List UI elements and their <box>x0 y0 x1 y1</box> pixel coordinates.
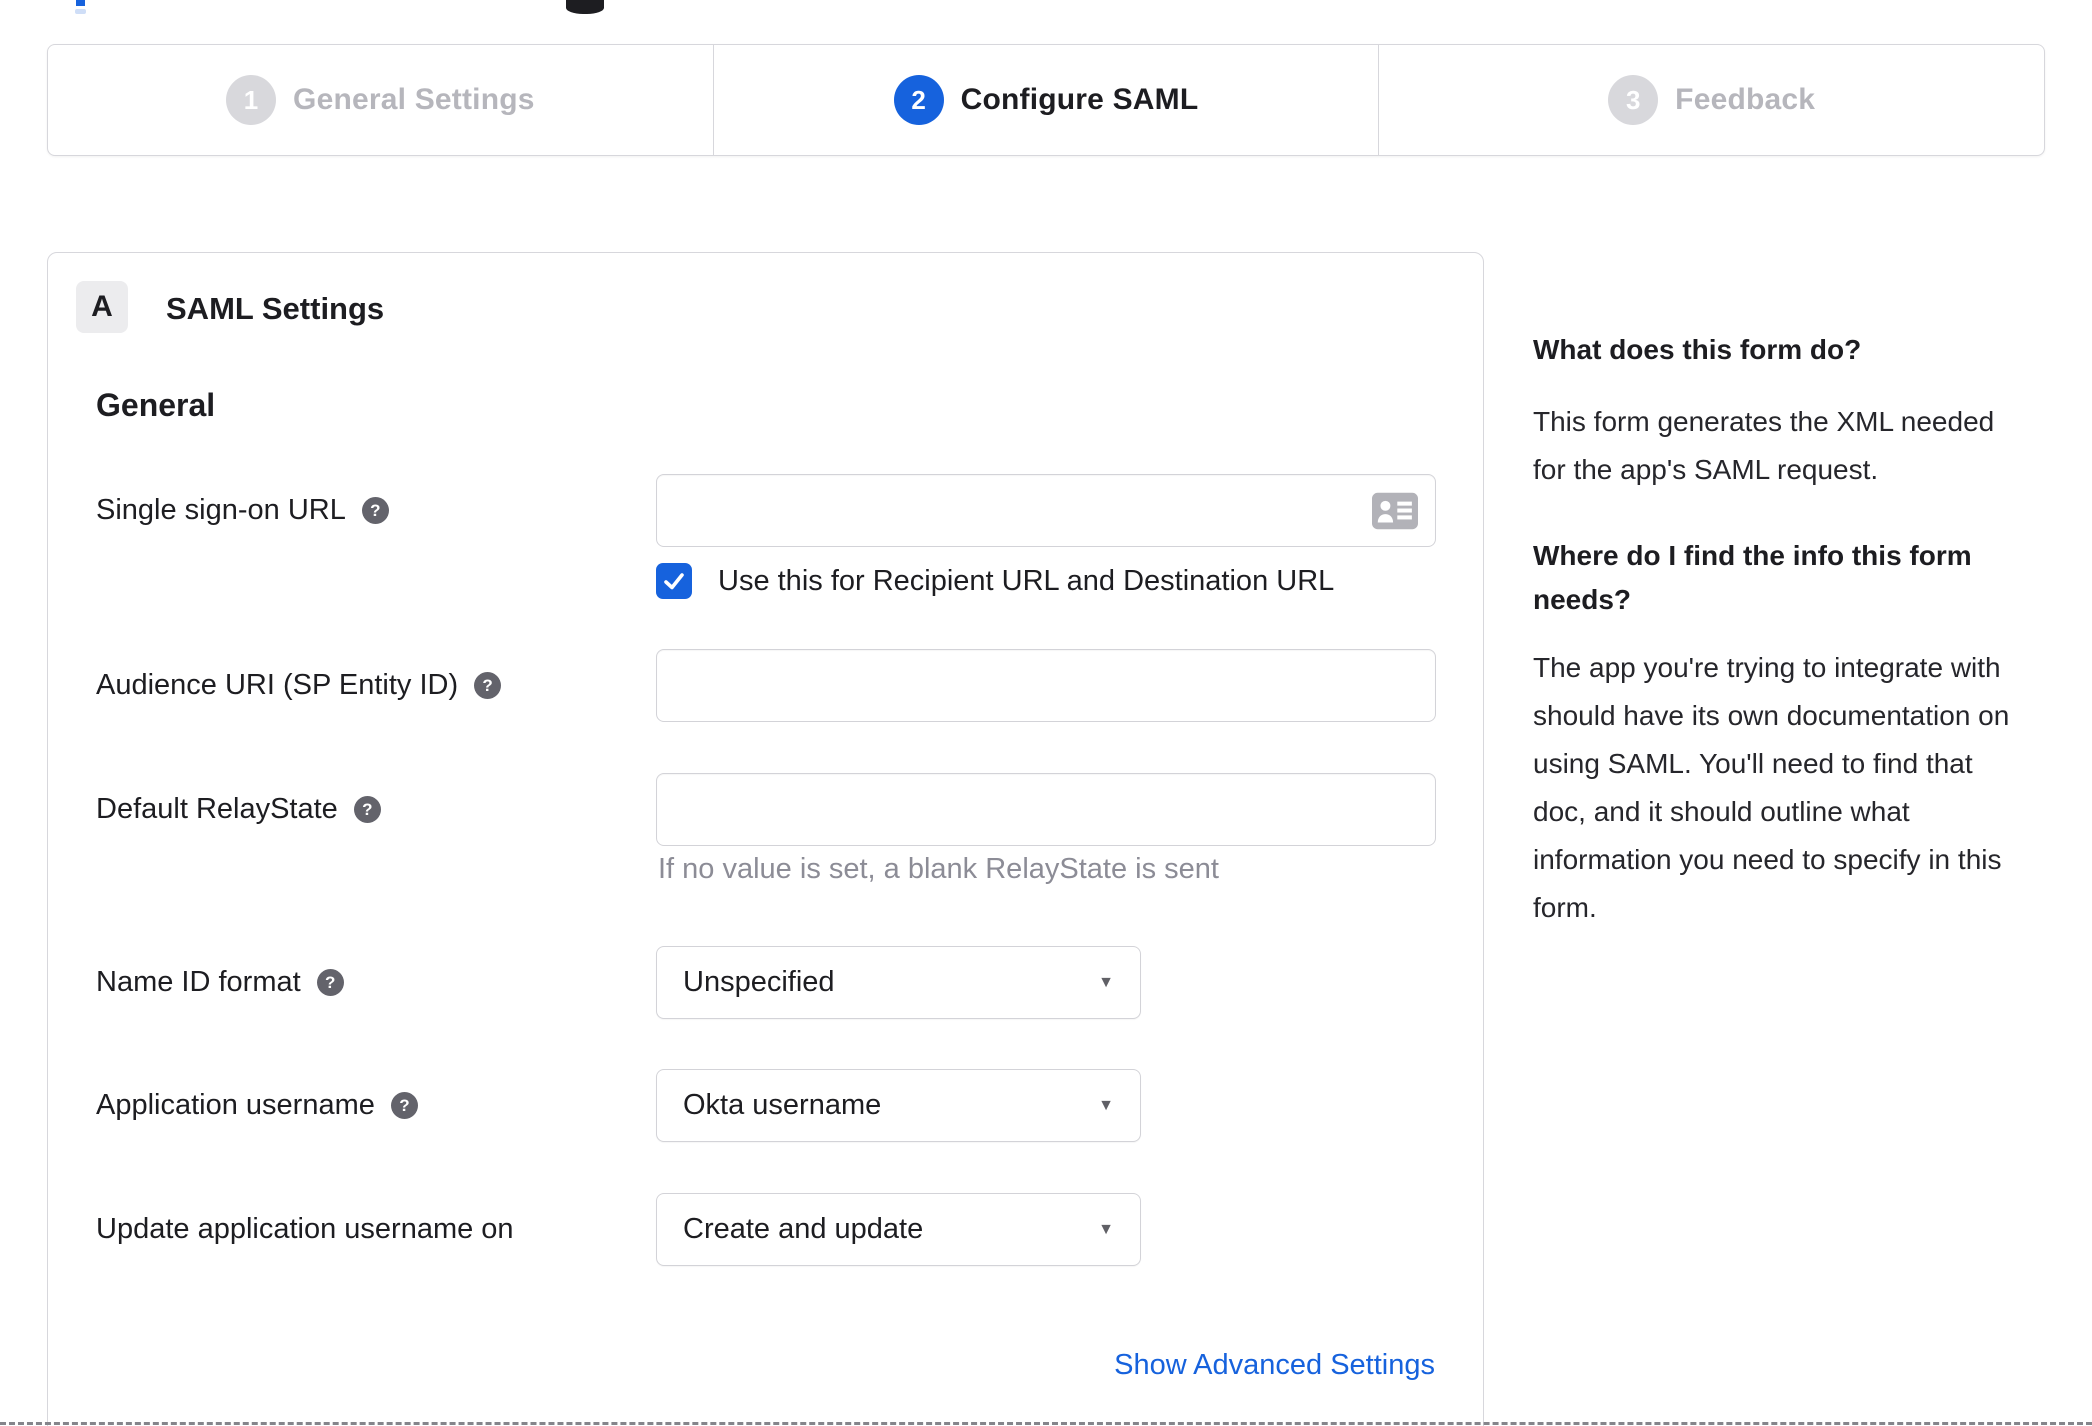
step-2-number-badge: 2 <box>893 75 944 125</box>
step-2-label: Configure SAML <box>960 83 1199 116</box>
update-username-label: Update application username on <box>96 1213 514 1245</box>
audience-uri-label-row: Audience URI (SP Entity ID) ? <box>96 649 502 722</box>
wizard-stepper: 1 General Settings 2 Configure SAML 3 Fe… <box>47 44 2045 156</box>
name-id-format-value: Unspecified <box>683 966 835 998</box>
step-configure-saml[interactable]: 2 Configure SAML <box>712 45 1379 155</box>
step-3-label: Feedback <box>1675 83 1816 116</box>
clipped-dashed-divider <box>0 1422 2092 1425</box>
application-username-value: Okta username <box>683 1089 882 1121</box>
name-id-format-label: Name ID format <box>96 966 301 998</box>
sso-url-help-icon[interactable]: ? <box>361 497 389 524</box>
step-1-label: General Settings <box>293 83 535 116</box>
step-3-number-badge: 3 <box>1608 75 1659 125</box>
update-username-label-row: Update application username on <box>96 1193 514 1266</box>
help-question-1-title: What does this form do? <box>1533 334 1862 365</box>
audience-uri-help-icon[interactable]: ? <box>474 672 502 699</box>
application-username-label: Application username <box>96 1089 375 1121</box>
show-advanced-settings-link[interactable]: Show Advanced Settings <box>835 1349 1435 1382</box>
recipient-url-checkbox-label[interactable]: Use this for Recipient URL and Destinati… <box>718 565 1334 598</box>
clipped-black-icon-artifact <box>566 0 604 14</box>
help-panel: What does this form do? This form genera… <box>1533 330 2045 932</box>
dropdown-arrow-icon: ▼ <box>1098 1220 1114 1238</box>
name-id-format-help-icon[interactable]: ? <box>316 969 344 996</box>
dropdown-arrow-icon: ▼ <box>1098 1096 1114 1114</box>
step-feedback[interactable]: 3 Feedback <box>1378 45 2044 155</box>
sso-url-input-wrap <box>656 474 1436 547</box>
update-username-select[interactable]: Create and update ▼ <box>656 1193 1141 1266</box>
step-general-settings[interactable]: 1 General Settings <box>48 45 713 155</box>
application-username-help-icon[interactable]: ? <box>390 1092 418 1119</box>
sso-url-label-row: Single sign-on URL ? <box>96 474 389 547</box>
relay-state-label-row: Default RelayState ? <box>96 773 381 846</box>
clipped-blue-faint-artifact <box>75 9 86 14</box>
sso-url-label: Single sign-on URL <box>96 494 346 526</box>
contact-card-icon[interactable] <box>1372 492 1418 530</box>
general-group-heading: General <box>96 387 216 423</box>
section-a-badge: A <box>76 281 128 333</box>
help-question-2-body: The app you're trying to integrate with … <box>1533 652 2010 923</box>
relay-state-input-wrap <box>656 773 1436 846</box>
application-username-label-row: Application username ? <box>96 1069 418 1142</box>
relay-state-help-icon[interactable]: ? <box>353 796 381 823</box>
saml-settings-panel: A SAML Settings General Single sign-on U… <box>47 252 1484 1426</box>
name-id-format-select[interactable]: Unspecified ▼ <box>656 946 1141 1019</box>
recipient-url-checkbox[interactable] <box>656 563 692 599</box>
dropdown-arrow-icon: ▼ <box>1098 973 1114 991</box>
sso-url-input[interactable] <box>656 474 1436 547</box>
audience-uri-input-wrap <box>656 649 1436 722</box>
name-id-format-label-row: Name ID format ? <box>96 946 344 1019</box>
section-title: SAML Settings <box>166 291 385 326</box>
audience-uri-input[interactable] <box>656 649 1436 722</box>
relay-state-input[interactable] <box>656 773 1436 846</box>
step-1-number-badge: 1 <box>226 75 277 125</box>
help-question-2-title: Where do I find the info this form needs… <box>1533 540 1972 615</box>
checkmark-icon <box>664 573 684 590</box>
relay-state-label: Default RelayState <box>96 793 338 825</box>
audience-uri-label: Audience URI (SP Entity ID) <box>96 669 459 701</box>
application-username-select[interactable]: Okta username ▼ <box>656 1069 1141 1142</box>
recipient-url-checkbox-row: Use this for Recipient URL and Destinati… <box>656 562 1334 600</box>
relay-state-hint: If no value is set, a blank RelayState i… <box>658 853 1219 885</box>
clipped-blue-tab-artifact <box>76 0 85 6</box>
help-question-1-body: This form generates the XML needed for t… <box>1533 406 1995 485</box>
update-username-value: Create and update <box>683 1213 924 1245</box>
configure-saml-page: { "colors": { "accent_blue": "#1662dd", … <box>0 0 2092 1426</box>
